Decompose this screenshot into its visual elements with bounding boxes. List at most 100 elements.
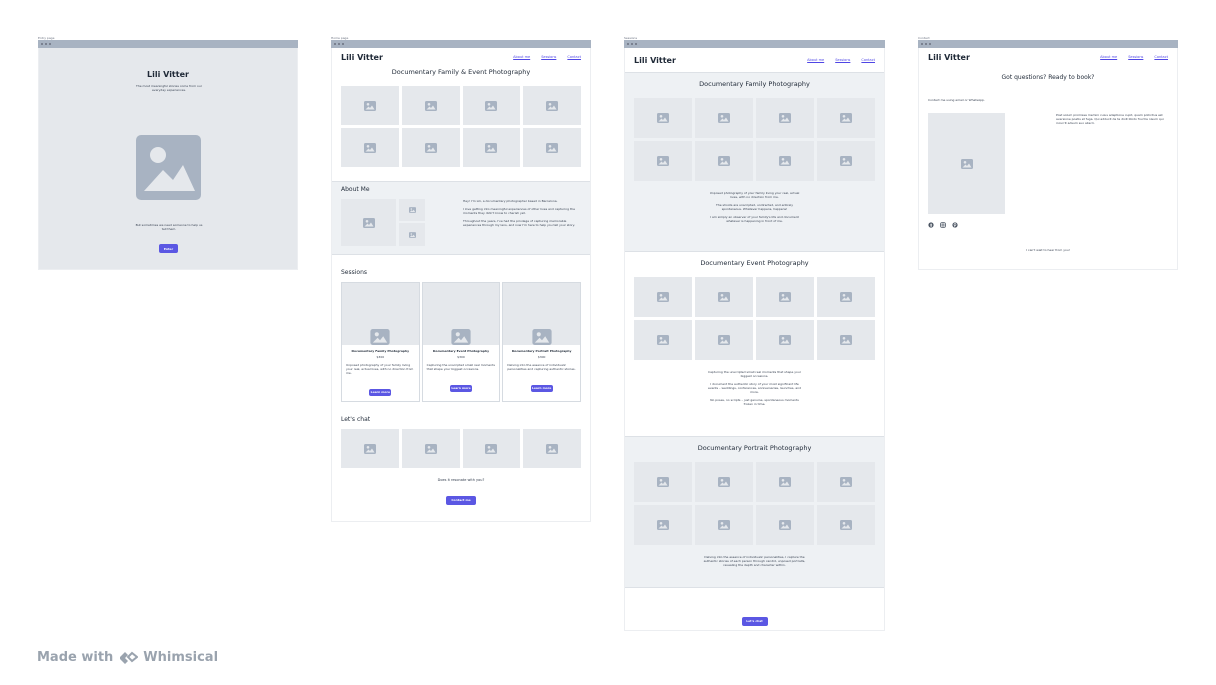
whimsical-logo-icon xyxy=(120,651,139,664)
home-page: Lili Vitter About me Sessions Contact Do… xyxy=(331,48,591,522)
session-price: $300 xyxy=(376,355,385,359)
top-nav: Lili Vitter About me Sessions Contact xyxy=(625,48,884,72)
facebook-icon[interactable] xyxy=(928,222,934,228)
family-paragraph-2: The shoots are unscripted, undirected, a… xyxy=(716,203,793,211)
contact-page-frame: Lili Vitter About me Sessions Contact Go… xyxy=(918,40,1178,270)
gallery-image xyxy=(523,86,581,125)
entry-title: Lili Vitter xyxy=(147,70,189,79)
entry-subtext: But sometimes we need someone to help us… xyxy=(135,223,203,231)
nav-about[interactable]: About me xyxy=(1100,55,1117,59)
image-placeholder-icon xyxy=(718,113,730,123)
entry-page: Lili Vitter The most meaningful stories … xyxy=(38,48,298,270)
made-with-label: Made with xyxy=(37,650,114,665)
portrait-gallery xyxy=(634,462,875,545)
gallery-image xyxy=(817,505,875,545)
family-section: Documentary Family Photography Unposed p… xyxy=(625,72,884,252)
brand-logo[interactable]: Lili Vitter xyxy=(634,56,676,65)
gallery-image xyxy=(341,429,399,468)
image-placeholder-icon xyxy=(840,156,852,166)
session-title: Documentary Event Photography xyxy=(432,349,490,353)
image-placeholder-icon xyxy=(546,100,559,111)
learn-more-button[interactable]: Learn more xyxy=(449,384,472,392)
image-placeholder-icon xyxy=(779,156,791,166)
top-nav: Lili Vitter About me Sessions Contact xyxy=(332,48,590,66)
about-image-small-1 xyxy=(399,199,425,221)
image-placeholder-icon xyxy=(424,100,437,111)
about-paragraph-1: Hey! I'm Lili, a documentary photographe… xyxy=(463,199,558,203)
session-card: Documentary Event Photography $300 Captu… xyxy=(421,282,501,402)
nav-contact[interactable]: Contact xyxy=(861,58,875,62)
gallery-image xyxy=(695,320,753,360)
image-placeholder-icon xyxy=(840,335,852,345)
about-paragraph-2: I love getting into meaningful experienc… xyxy=(463,207,575,215)
browser-bar xyxy=(331,40,591,48)
learn-more-button[interactable]: Learn more xyxy=(369,388,392,396)
contact-page: Lili Vitter About me Sessions Contact Go… xyxy=(918,48,1178,270)
event-title: Documentary Event Photography xyxy=(700,259,809,267)
gallery-image xyxy=(634,141,692,181)
image-placeholder-icon xyxy=(424,142,437,153)
whimsical-label: Whimsical xyxy=(143,650,219,665)
pinterest-icon[interactable] xyxy=(952,222,958,228)
gallery-image xyxy=(401,86,460,125)
gallery-image xyxy=(695,462,753,502)
image-placeholder-icon xyxy=(408,207,416,213)
nav-about[interactable]: About me xyxy=(513,55,530,59)
chat-gallery xyxy=(341,429,581,468)
image-placeholder-icon xyxy=(840,477,852,487)
session-image xyxy=(503,283,580,345)
brand-logo[interactable]: Lili Vitter xyxy=(928,53,970,62)
nav-contact[interactable]: Contact xyxy=(1154,55,1168,59)
browser-bar xyxy=(918,40,1178,48)
nav-sessions[interactable]: Sessions xyxy=(541,55,556,59)
gallery-image xyxy=(462,128,521,167)
session-title: Documentary Portrait Photography xyxy=(511,349,572,353)
nav-sessions[interactable]: Sessions xyxy=(1128,55,1143,59)
entry-tagline: The most meaningful stories come from ou… xyxy=(136,84,202,92)
image-placeholder-icon xyxy=(424,443,437,454)
image-placeholder-icon xyxy=(779,335,791,345)
image-placeholder-icon xyxy=(779,113,791,123)
gallery-image xyxy=(341,128,399,167)
gallery-image xyxy=(695,277,753,317)
made-with-whimsical[interactable]: Made with Whimsical xyxy=(37,650,218,665)
nav-contact[interactable]: Contact xyxy=(567,55,581,59)
brand-logo[interactable]: Lili Vitter xyxy=(341,53,383,62)
gallery-image xyxy=(634,277,692,317)
nav-about[interactable]: About me xyxy=(807,58,824,62)
image-placeholder-icon xyxy=(718,520,730,530)
image-placeholder-icon xyxy=(779,477,791,487)
image-placeholder-icon xyxy=(718,292,730,302)
lets-chat-button[interactable]: Let's chat xyxy=(741,616,768,626)
image-placeholder-icon xyxy=(657,335,669,345)
nav-sessions[interactable]: Sessions xyxy=(835,58,850,62)
gallery-image xyxy=(401,128,460,167)
image-placeholder-icon xyxy=(363,100,376,111)
enter-button[interactable]: Enter xyxy=(159,244,178,253)
gallery-image xyxy=(523,429,581,468)
family-gallery xyxy=(634,98,875,181)
instagram-icon[interactable] xyxy=(940,222,946,228)
portrait-section: Documentary Portrait Photography Delving… xyxy=(625,436,884,588)
gallery-image xyxy=(634,98,692,138)
session-title: Documentary Family Photography xyxy=(351,349,410,353)
session-desc: Delving into the essence of individuals'… xyxy=(507,363,576,371)
gallery-image xyxy=(756,320,814,360)
gallery-image xyxy=(462,86,521,125)
session-desc: Capturing the unscripted small real mome… xyxy=(426,363,495,371)
image-placeholder-icon xyxy=(840,520,852,530)
gallery-image xyxy=(695,505,753,545)
contact-title: Got questions? Ready to book? xyxy=(1001,74,1095,81)
hero-image-icon xyxy=(136,135,201,200)
gallery-image xyxy=(634,505,692,545)
contact-me-button[interactable]: Contact me xyxy=(446,495,476,505)
browser-bar xyxy=(624,40,885,48)
learn-more-button[interactable]: Learn more xyxy=(530,384,553,392)
family-title: Documentary Family Photography xyxy=(699,80,810,88)
family-paragraph-1: Unposed photography of your family livin… xyxy=(709,191,800,199)
event-gallery xyxy=(634,277,875,360)
event-paragraph-2: I document the authentic story of your m… xyxy=(708,382,801,394)
gallery-image xyxy=(756,98,814,138)
session-desc: Unposed photography of your family livin… xyxy=(346,363,414,375)
image-placeholder-icon xyxy=(657,113,669,123)
